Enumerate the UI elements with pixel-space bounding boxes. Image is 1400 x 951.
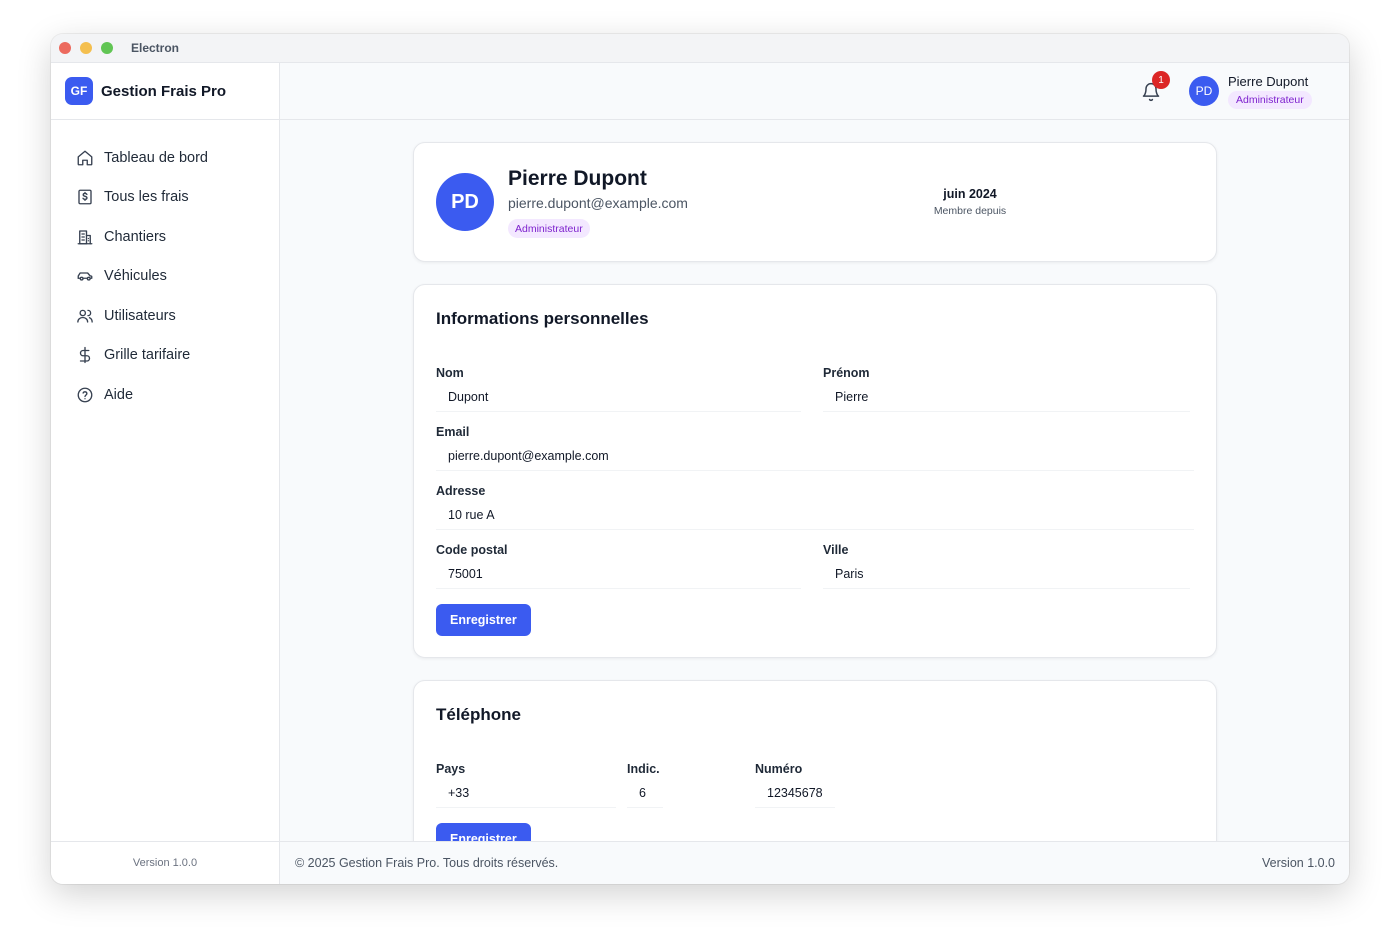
member-since-value: juin 2024 — [943, 187, 997, 201]
close-window-button[interactable] — [59, 42, 71, 54]
sidebar-item-chantiers[interactable]: Chantiers — [51, 217, 279, 257]
sidebar-item-label: Grille tarifaire — [104, 347, 191, 364]
nom-label: Nom — [436, 366, 464, 380]
email-field[interactable] — [436, 441, 1194, 471]
section-title: Informations personnelles — [436, 309, 649, 328]
building-icon — [75, 227, 95, 247]
profile-avatar: PD — [436, 173, 494, 231]
profile-email: pierre.dupont@example.com — [508, 195, 688, 211]
minimize-window-button[interactable] — [80, 42, 92, 54]
receipt-icon — [75, 187, 95, 207]
sidebar: GF Gestion Frais Pro Tableau de bord Tou… — [51, 63, 280, 884]
avatar[interactable]: PD — [1189, 76, 1219, 106]
copyright: © 2025 Gestion Frais Pro. Tous droits ré… — [295, 856, 559, 870]
footer-version: Version 1.0.0 — [1262, 856, 1335, 870]
ville-input[interactable] — [823, 559, 1190, 589]
prenom-label: Prénom — [823, 366, 870, 380]
brand[interactable]: GF Gestion Frais Pro — [51, 63, 279, 120]
prenom-input[interactable] — [823, 382, 1190, 412]
footer: © 2025 Gestion Frais Pro. Tous droits ré… — [280, 841, 1349, 884]
ville-label: Ville — [823, 543, 849, 557]
sidebar-item-aide[interactable]: Aide — [51, 375, 279, 415]
home-icon — [75, 148, 95, 168]
section-title: Téléphone — [436, 705, 522, 724]
pays-label: Pays — [436, 762, 466, 776]
maximize-window-button[interactable] — [101, 42, 113, 54]
user-name[interactable]: Pierre Dupont — [1228, 74, 1308, 89]
nom-input[interactable] — [436, 382, 801, 412]
sidebar-item-label: Chantiers — [104, 228, 167, 245]
sidebar-item-utilisateurs[interactable]: Utilisateurs — [51, 296, 279, 336]
numero-input[interactable] — [755, 778, 835, 808]
email-label: Email — [436, 425, 470, 439]
app-window: Electron GF Gestion Frais Pro Tableau de… — [51, 34, 1349, 884]
sidebar-version: Version 1.0.0 — [51, 841, 279, 884]
users-icon — [75, 306, 95, 326]
sidebar-item-label: Tous les frais — [104, 189, 189, 206]
window-controls — [59, 42, 113, 54]
phone-card: Téléphone Pays Indic. Numéro Enregistrer — [413, 680, 1217, 841]
sidebar-item-label: Aide — [104, 386, 134, 403]
sidebar-item-label: Véhicules — [104, 268, 167, 285]
indic-input[interactable] — [627, 778, 663, 808]
numero-label: Numéro — [755, 762, 803, 776]
car-icon — [75, 266, 95, 286]
title-bar: Electron — [51, 34, 1349, 63]
profile-card: PD Pierre Dupont pierre.dupont@example.c… — [413, 142, 1217, 262]
notification-badge: 1 — [1152, 71, 1170, 89]
code-postal-label: Code postal — [436, 543, 508, 557]
member-since-label: Membre depuis — [933, 205, 1007, 217]
top-bar: 1 PD Pierre Dupont Administrateur — [280, 63, 1349, 120]
pays-input[interactable] — [436, 778, 616, 808]
indic-label: Indic. — [627, 762, 660, 776]
sidebar-item-label: Utilisateurs — [104, 307, 176, 324]
profile-name: Pierre Dupont — [508, 167, 647, 190]
save-phone-button[interactable]: Enregistrer — [436, 823, 531, 841]
sidebar-item-tous-les-frais[interactable]: Tous les frais — [51, 178, 279, 218]
help-circle-icon — [75, 385, 95, 405]
save-button[interactable]: Enregistrer — [436, 604, 531, 636]
window-title: Electron — [131, 41, 180, 55]
main-content: PD Pierre Dupont pierre.dupont@example.c… — [280, 120, 1349, 841]
code-postal-input[interactable] — [436, 559, 801, 589]
sidebar-item-tableau-de-bord[interactable]: Tableau de bord — [51, 138, 279, 178]
sidebar-item-grille-tarifaire[interactable]: Grille tarifaire — [51, 336, 279, 376]
role-badge: Administrateur — [1228, 91, 1312, 109]
profile-role-badge: Administrateur — [508, 219, 590, 238]
sidebar-item-label: Tableau de bord — [104, 149, 208, 166]
adresse-input[interactable] — [436, 500, 1194, 530]
sidebar-item-vehicules[interactable]: Véhicules — [51, 257, 279, 297]
adresse-label: Adresse — [436, 484, 486, 498]
dollar-icon — [75, 345, 95, 365]
brand-logo: GF — [65, 77, 93, 105]
sidebar-nav: Tableau de bord Tous les frais Chantiers… — [51, 120, 279, 415]
brand-name: Gestion Frais Pro — [101, 82, 227, 100]
personal-info-card: Informations personnelles Nom Prénom Ema… — [413, 284, 1217, 658]
